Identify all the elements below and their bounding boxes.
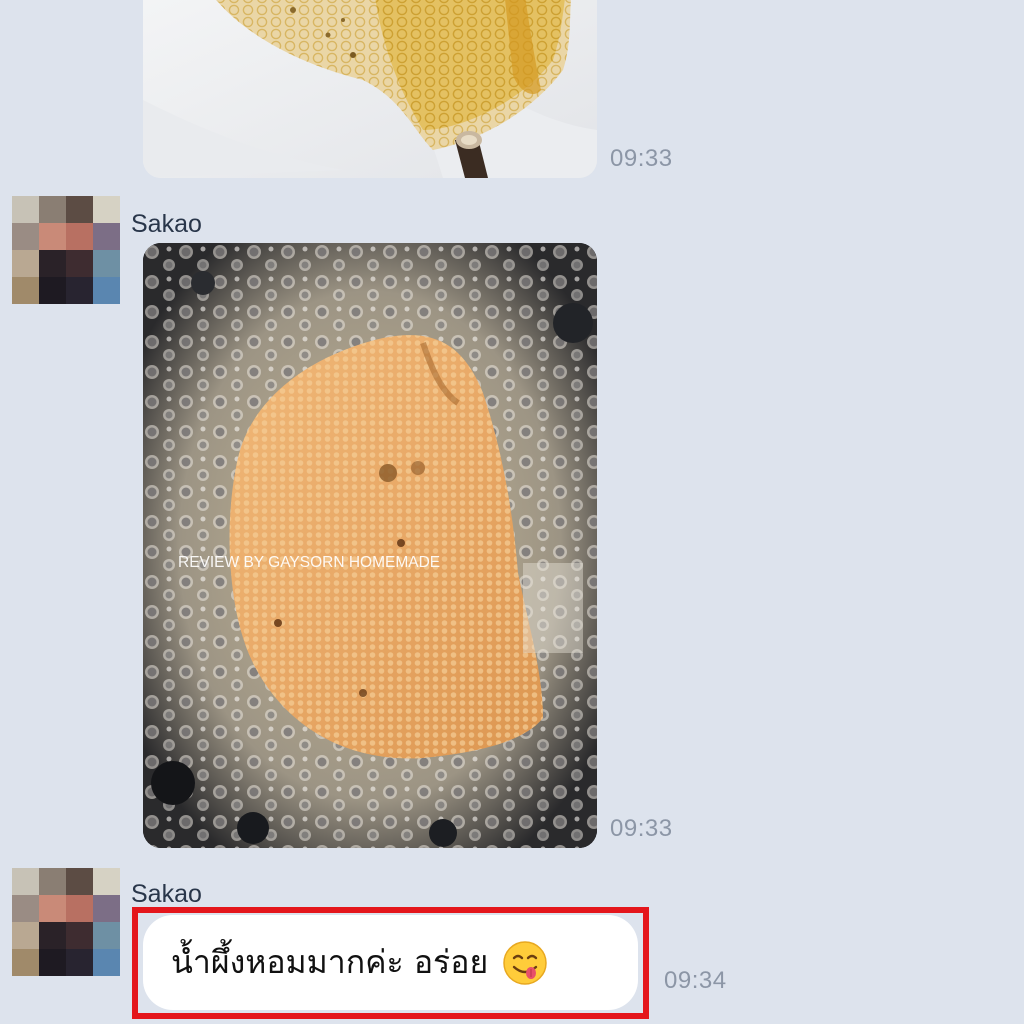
avatar[interactable] — [12, 868, 120, 976]
message-photo-honeycomb[interactable] — [143, 0, 597, 178]
sender-name: Sakao — [131, 210, 202, 238]
message-timestamp: 09:33 — [610, 815, 673, 842]
pixelated-avatar-image — [12, 196, 120, 304]
honeycomb-photo-image — [143, 0, 597, 178]
message-photo-fried-honeycomb[interactable]: REVIEW BY GAYSORN HOMEMADE — [143, 243, 597, 848]
pixelated-avatar-image — [12, 868, 120, 976]
message-timestamp: 09:34 — [664, 967, 727, 994]
fried-honeycomb-image: REVIEW BY GAYSORN HOMEMADE — [143, 243, 597, 848]
message-timestamp: 09:33 — [610, 145, 673, 172]
avatar[interactable] — [12, 196, 120, 304]
sender-name: Sakao — [131, 880, 202, 908]
highlight-frame — [132, 907, 649, 1019]
photo-watermark: REVIEW BY GAYSORN HOMEMADE — [178, 554, 440, 571]
